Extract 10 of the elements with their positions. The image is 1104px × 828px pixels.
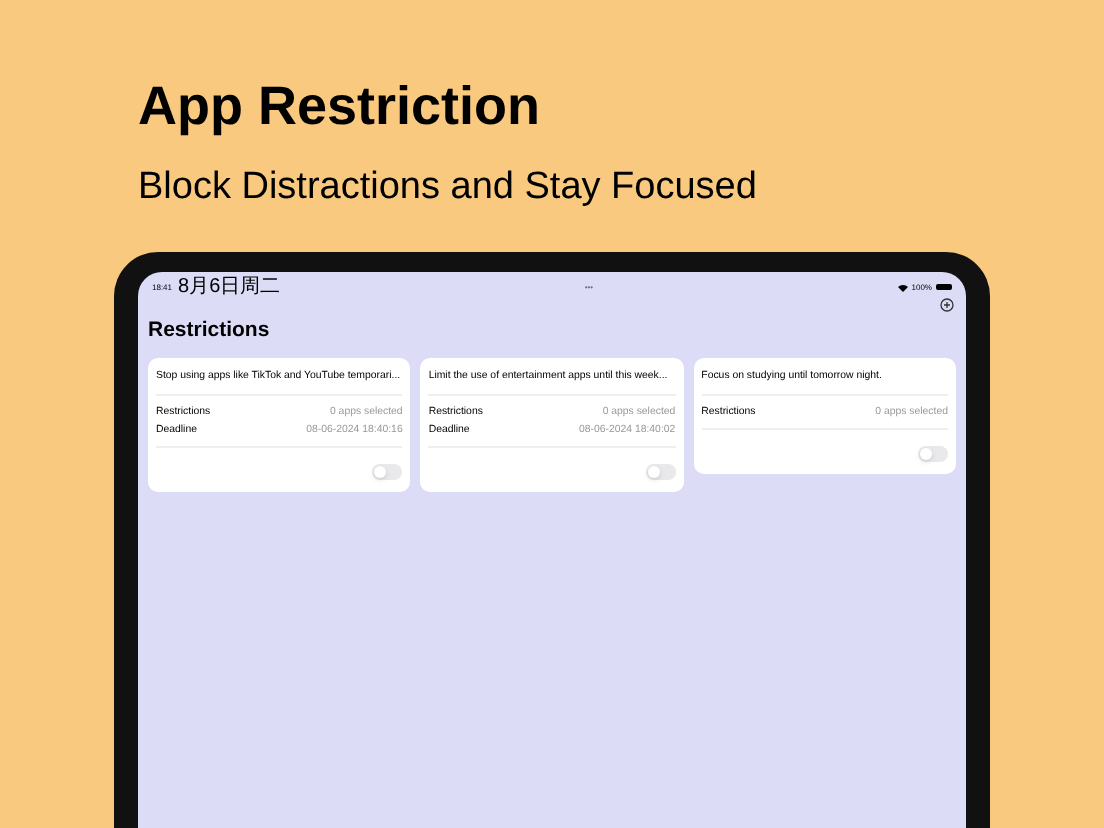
toggle-switch[interactable]	[372, 464, 403, 480]
subheadline: Block Distractions and Stay Focused	[138, 164, 757, 212]
wifi-icon	[897, 283, 908, 291]
status-date: 8月6日周二	[178, 276, 281, 298]
headline: App Restriction	[138, 74, 541, 140]
toggle-switch[interactable]	[917, 446, 948, 462]
add-icon[interactable]	[940, 298, 954, 312]
toggle-switch[interactable]	[645, 464, 676, 480]
screen-title: Restrictions	[148, 318, 270, 342]
battery-icon	[935, 284, 952, 290]
